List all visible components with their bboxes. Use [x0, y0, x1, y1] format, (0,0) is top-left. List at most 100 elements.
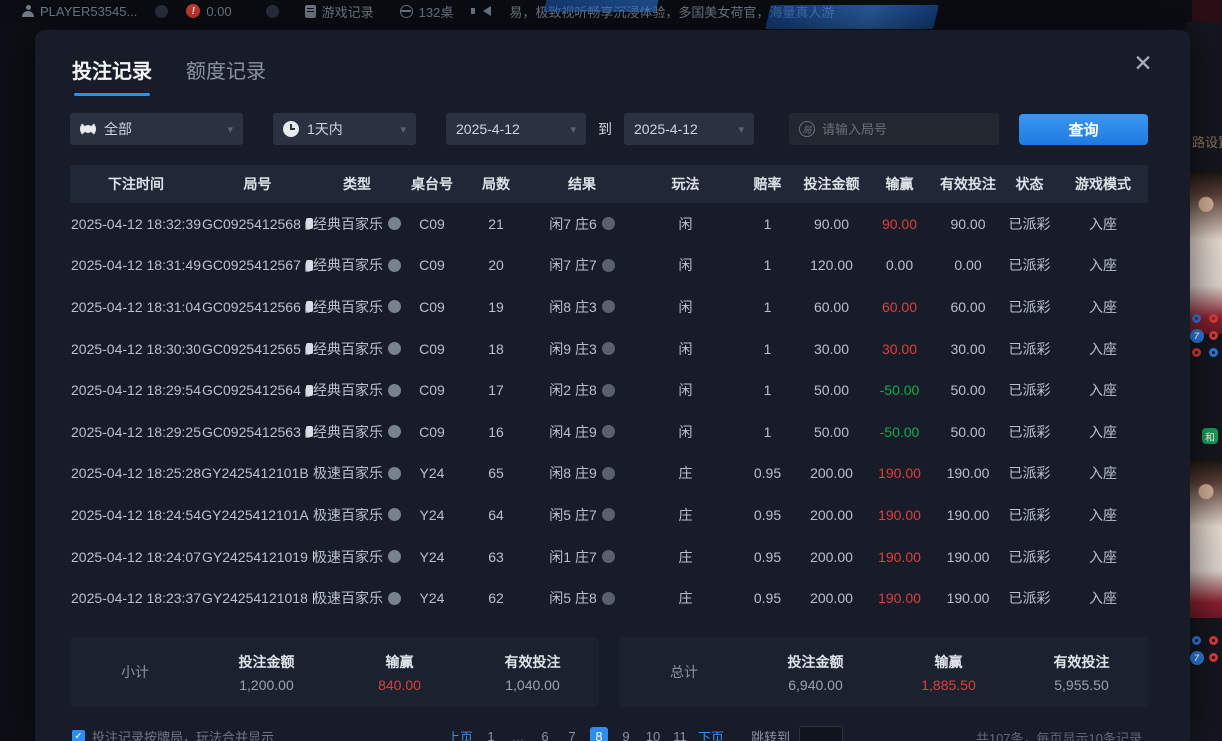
copy-icon[interactable] — [306, 343, 313, 354]
tab-quota-records[interactable]: 额度记录 — [186, 55, 266, 96]
cell-bet-amount: 200.00 — [799, 494, 864, 536]
chevron-down-icon: ▾ — [738, 123, 744, 136]
balance-value: 0.00 — [206, 4, 231, 19]
balance-display[interactable]: ! 0.00 — [186, 4, 231, 19]
cell-game-type: 经典百家乐 — [313, 245, 401, 287]
column-header: 局号 — [202, 165, 313, 203]
cell-status: 已派彩 — [1001, 494, 1058, 536]
cell-game-type: 极速百家乐 — [313, 536, 401, 578]
result-detail-icon[interactable] — [602, 384, 615, 397]
cell-game-mode: 入座 — [1058, 369, 1148, 411]
copy-icon[interactable] — [306, 426, 313, 437]
cell-play: 闲 — [635, 411, 736, 453]
jump-page-input[interactable] — [799, 726, 843, 741]
game-no-input[interactable] — [822, 122, 972, 137]
road-settings-label: 路设置 — [1192, 132, 1222, 151]
cell-round-no: 64 — [463, 494, 529, 536]
result-detail-icon[interactable] — [602, 300, 615, 313]
cell-valid-bet: 190.00 — [935, 453, 1001, 495]
shield-icon[interactable] — [155, 5, 168, 18]
subtotal-win-loss: 输赢 840.00 — [333, 652, 466, 693]
cell-game-type: 经典百家乐 — [313, 203, 401, 245]
cell-round-no: 20 — [463, 245, 529, 287]
cell-game-no: GC0925412565 — [202, 328, 313, 370]
cell-game-type: 极速百家乐 — [313, 494, 401, 536]
cell-result: 闲7 庄6 — [529, 203, 635, 245]
date-to-select[interactable]: 2025-4-12 ▾ — [624, 113, 754, 145]
result-detail-icon[interactable] — [602, 425, 615, 438]
total-win-loss: 输赢 1,885.50 — [882, 652, 1015, 693]
query-button[interactable]: 查询 — [1019, 114, 1148, 145]
dealer-video-thumbnail[interactable] — [1190, 460, 1222, 618]
cell-valid-bet: 50.00 — [935, 411, 1001, 453]
result-detail-icon[interactable] — [602, 550, 615, 563]
time-range-select[interactable]: 1天内 ▾ — [273, 113, 416, 145]
page-button-7[interactable]: 7 — [563, 727, 581, 741]
column-header: 状态 — [1001, 165, 1058, 203]
cell-status: 已派彩 — [1001, 328, 1058, 370]
cell-odds: 1 — [736, 203, 799, 245]
subtotal-label: 小计 — [70, 662, 200, 682]
game-record-menu[interactable]: 游戏记录 — [305, 2, 374, 21]
cell-bet-time: 2025-04-12 18:30:30 — [70, 328, 202, 370]
copy-icon[interactable] — [306, 385, 313, 396]
cell-round-no: 18 — [463, 328, 529, 370]
cell-bet-time: 2025-04-12 18:24:54 — [70, 494, 202, 536]
result-detail-icon[interactable] — [602, 342, 615, 355]
cell-status: 已派彩 — [1001, 245, 1058, 287]
cell-status: 已派彩 — [1001, 536, 1058, 578]
cell-valid-bet: 50.00 — [935, 369, 1001, 411]
copy-icon[interactable] — [306, 260, 313, 271]
refresh-icon[interactable] — [266, 5, 279, 18]
page-button-6[interactable]: 6 — [536, 727, 554, 741]
cell-play: 庄 — [635, 494, 736, 536]
cell-win-loss: 190.00 — [864, 453, 935, 495]
copy-icon[interactable] — [306, 301, 313, 312]
result-detail-icon[interactable] — [602, 217, 615, 230]
close-icon[interactable]: ✕ — [1130, 50, 1156, 76]
next-page-button[interactable]: 下页 — [698, 727, 724, 741]
cell-round-no: 65 — [463, 453, 529, 495]
cell-result: 闲4 庄9 — [529, 411, 635, 453]
chevron-down-icon: ▾ — [570, 123, 576, 136]
cell-status: 已派彩 — [1001, 411, 1058, 453]
cell-bet-amount: 50.00 — [799, 369, 864, 411]
cell-status: 已派彩 — [1001, 369, 1058, 411]
cell-bet-amount: 50.00 — [799, 411, 864, 453]
cell-round-no: 21 — [463, 203, 529, 245]
result-detail-icon[interactable] — [602, 508, 615, 521]
time-range-value: 1天内 — [307, 119, 343, 139]
road-badge-seven: 7 — [1190, 651, 1204, 665]
tab-betting-records[interactable]: 投注记录 — [72, 55, 152, 96]
page-button-11[interactable]: 11 — [671, 727, 689, 741]
result-detail-icon[interactable] — [602, 592, 615, 605]
cell-table-no: C09 — [401, 369, 463, 411]
chevron-down-icon: ▾ — [400, 123, 406, 136]
page-button-9[interactable]: 9 — [617, 727, 635, 741]
result-detail-icon[interactable] — [602, 467, 615, 480]
page-button-10[interactable]: 10 — [644, 727, 662, 741]
table-count[interactable]: 132桌 — [400, 2, 454, 21]
cell-table-no: Y24 — [401, 536, 463, 578]
cell-bet-time: 2025-04-12 18:31:04 — [70, 286, 202, 328]
merge-display-checkbox[interactable]: ✓ 投注记录按牌局，玩法合并显示 — [72, 727, 274, 741]
total-label: 总计 — [619, 662, 749, 682]
prev-page-button[interactable]: 上页 — [447, 727, 473, 741]
cell-win-loss: 90.00 — [864, 203, 935, 245]
roadmap-cluster: 7 — [1188, 310, 1222, 361]
cell-bet-time: 2025-04-12 18:29:54 — [70, 369, 202, 411]
page-button-1[interactable]: 1 — [482, 727, 500, 741]
cell-win-loss: -50.00 — [864, 411, 935, 453]
page-button-8[interactable]: 8 — [590, 727, 608, 741]
column-header: 局数 — [463, 165, 529, 203]
cell-valid-bet: 90.00 — [935, 203, 1001, 245]
date-to-value: 2025-4-12 — [634, 121, 698, 137]
result-detail-icon[interactable] — [602, 259, 615, 272]
bet-type-select[interactable]: 全部 ▾ — [70, 113, 243, 145]
date-from-select[interactable]: 2025-4-12 ▾ — [446, 113, 586, 145]
game-type-icon — [388, 508, 401, 521]
cell-game-no: GY24254121018 — [202, 577, 313, 619]
player-account[interactable]: PLAYER53545... — [22, 4, 137, 19]
column-header: 输赢 — [864, 165, 935, 203]
copy-icon[interactable] — [306, 218, 313, 229]
